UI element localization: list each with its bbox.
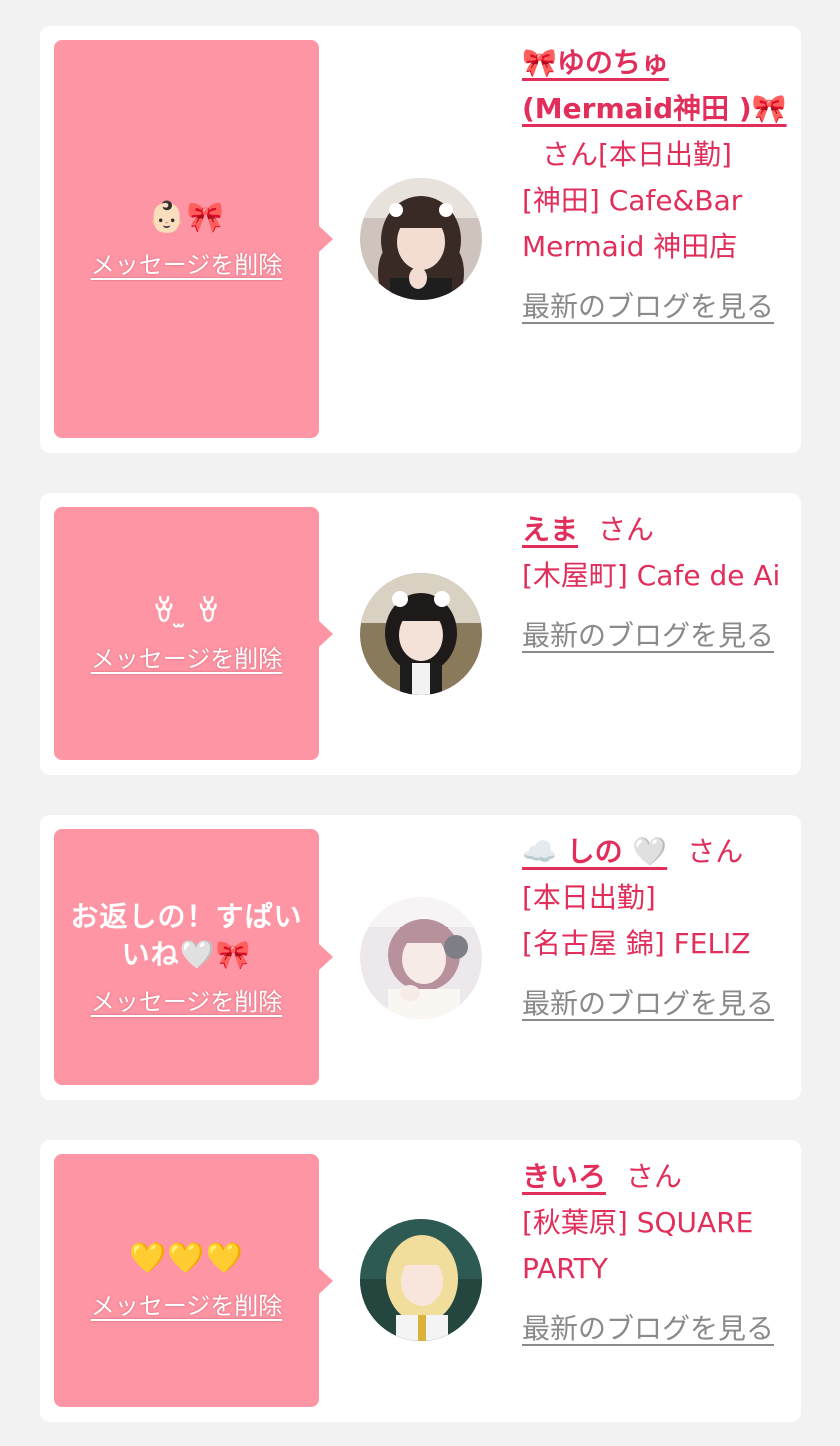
avatar[interactable] [360,573,482,695]
attendance-status: [本日出勤] [522,881,656,914]
cast-name-link[interactable]: 🎀ゆのちゅ(Mermaid神田 )🎀 [522,46,787,125]
message-text: 👶🏻🎀 [148,199,225,235]
attendance-status: [本日出勤] [598,138,732,171]
delete-message-link[interactable]: メッセージを削除 [91,639,283,674]
latest-blog-link[interactable]: 最新のブログを見る [522,981,790,1027]
delete-message-link[interactable]: メッセージを削除 [91,982,283,1017]
message-list: 👶🏻🎀 メッセージを削除 🎀ゆのちゅ(Mermaid神田 )🎀 さん[本日出勤] … [0,0,840,1446]
honorific: さん [542,138,599,171]
message-bubble: 💛💛💛 メッセージを削除 [54,1154,333,1407]
latest-blog-link[interactable]: 最新のブログを見る [522,1306,790,1352]
message-bubble: お返しの！すぱいいね🤍🎀 メッセージを削除 [54,829,333,1085]
message-bubble: 👶🏻🎀 メッセージを削除 [54,40,333,438]
message-text: 💛💛💛 [128,1241,245,1276]
message-card: お返しの！すぱいいね🤍🎀 メッセージを削除 ☁️ しの 🤍 さん [本日出勤] [… [40,815,801,1100]
latest-blog-link[interactable]: 最新のブログを見る [522,284,790,330]
cast-info: えま さん [木屋町] Cafe de Ai 最新のブログを見る [522,507,790,659]
message-text: ꈊ ̫ ꈊ [152,595,221,628]
honorific: さん [626,1160,683,1193]
cast-name-link[interactable]: えま [522,513,578,546]
cast-info: きいろ さん [秋葉原] SQUARE PARTY 最新のブログを見る [522,1154,790,1352]
cast-info: ☁️ しの 🤍 さん [本日出勤] [名古屋 錦] FELIZ 最新のブログを見る [522,829,790,1027]
honorific: さん [598,513,655,546]
avatar[interactable] [360,1219,482,1341]
cast-name-link[interactable]: きいろ [522,1160,606,1193]
shop-name: [名古屋 錦] FELIZ [522,927,751,960]
cast-name-link[interactable]: ☁️ しの 🤍 [522,835,667,868]
latest-blog-link[interactable]: 最新のブログを見る [522,613,790,659]
shop-name: [神田] Cafe&Bar Mermaid 神田店 [522,184,743,263]
message-card: ꈊ ̫ ꈊ メッセージを削除 えま さん [木屋町] Cafe de Ai 最新の… [40,493,801,775]
shop-name: [木屋町] Cafe de Ai [522,559,781,592]
delete-message-link[interactable]: メッセージを削除 [91,1286,283,1321]
message-bubble: ꈊ ̫ ꈊ メッセージを削除 [54,507,333,760]
shop-name: [秋葉原] SQUARE PARTY [522,1206,754,1285]
avatar[interactable] [360,178,482,300]
message-card: 👶🏻🎀 メッセージを削除 🎀ゆのちゅ(Mermaid神田 )🎀 さん[本日出勤] … [40,26,801,453]
cast-info: 🎀ゆのちゅ(Mermaid神田 )🎀 さん[本日出勤] [神田] Cafe&Bar… [522,40,790,330]
message-card: 💛💛💛 メッセージを削除 きいろ さん [秋葉原] SQUARE PARTY 最新… [40,1140,801,1422]
honorific: さん [687,835,744,868]
delete-message-link[interactable]: メッセージを削除 [91,245,283,280]
avatar[interactable] [360,897,482,1019]
message-text: お返しの！すぱいいね🤍🎀 [70,899,303,971]
